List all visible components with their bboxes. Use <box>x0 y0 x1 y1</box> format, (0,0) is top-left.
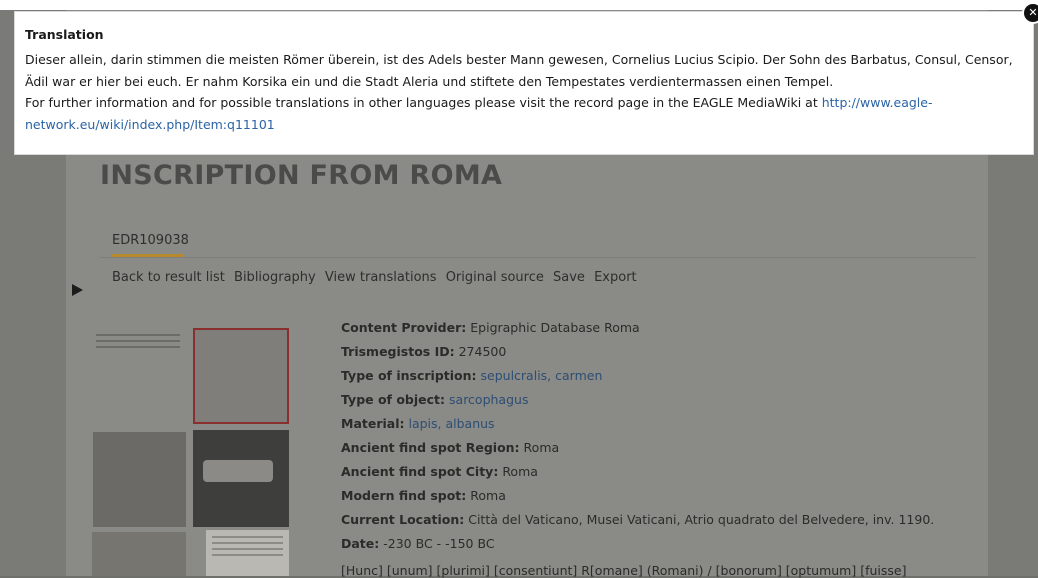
object-type-link[interactable]: sarcophagus <box>449 392 528 407</box>
metadata-row: Material: lapis, albanus <box>341 416 495 431</box>
thumbnail-image[interactable] <box>193 430 289 527</box>
metadata-list: Content Provider: Epigraphic Database Ro… <box>341 319 934 559</box>
browser-top-strip <box>0 0 1038 10</box>
view-translations-link[interactable]: View translations <box>325 270 437 285</box>
metadata-row: Ancient find spot Region: Roma <box>341 440 560 455</box>
save-link[interactable]: Save <box>553 270 585 285</box>
metadata-row: Ancient find spot City: Roma <box>341 464 538 479</box>
popup-title: Translation <box>25 27 104 42</box>
metadata-row: Current Location: Città del Vaticano, Mu… <box>341 512 935 527</box>
thumbnail-image[interactable] <box>206 530 289 576</box>
metadata-row: Modern find spot: Roma <box>341 488 506 503</box>
bibliography-link[interactable]: Bibliography <box>234 270 316 285</box>
metadata-row: Type of inscription: sepulcralis, carmen <box>341 368 603 383</box>
metadata-row: Type of object: sarcophagus <box>341 392 529 407</box>
info-paragraph: For further information and for possible… <box>25 95 933 132</box>
translation-popup: Translation Dieser allein, darin stimmen… <box>14 11 1034 155</box>
thumbnail-image[interactable] <box>93 432 186 527</box>
thumbnail-image[interactable] <box>193 328 289 424</box>
play-arrow-icon[interactable] <box>72 284 83 296</box>
record-actions-nav: Back to result list Bibliography View tr… <box>112 270 642 285</box>
inscription-type-link[interactable]: sepulcralis, carmen <box>481 368 603 383</box>
tab-divider <box>100 257 976 258</box>
popup-body: Dieser allein, darin stimmen die meisten… <box>25 49 1035 135</box>
close-icon[interactable]: ✕ <box>1024 4 1038 22</box>
thumbnail-image[interactable] <box>92 532 186 576</box>
tab-record-id[interactable]: EDR109038 <box>112 233 189 248</box>
material-link[interactable]: lapis, albanus <box>408 416 494 431</box>
metadata-row: Date: -230 BC - -150 BC <box>341 536 495 551</box>
thumbnail-image[interactable] <box>90 328 186 358</box>
metadata-row: Trismegistos ID: 274500 <box>341 344 507 359</box>
export-link[interactable]: Export <box>594 270 637 285</box>
back-to-result-list-link[interactable]: Back to result list <box>112 270 225 285</box>
translation-text: Dieser allein, darin stimmen die meisten… <box>25 52 1013 89</box>
metadata-row: Content Provider: Epigraphic Database Ro… <box>341 320 640 335</box>
page-title: INSCRIPTION FROM ROMA <box>100 160 503 191</box>
original-source-link[interactable]: Original source <box>446 270 544 285</box>
